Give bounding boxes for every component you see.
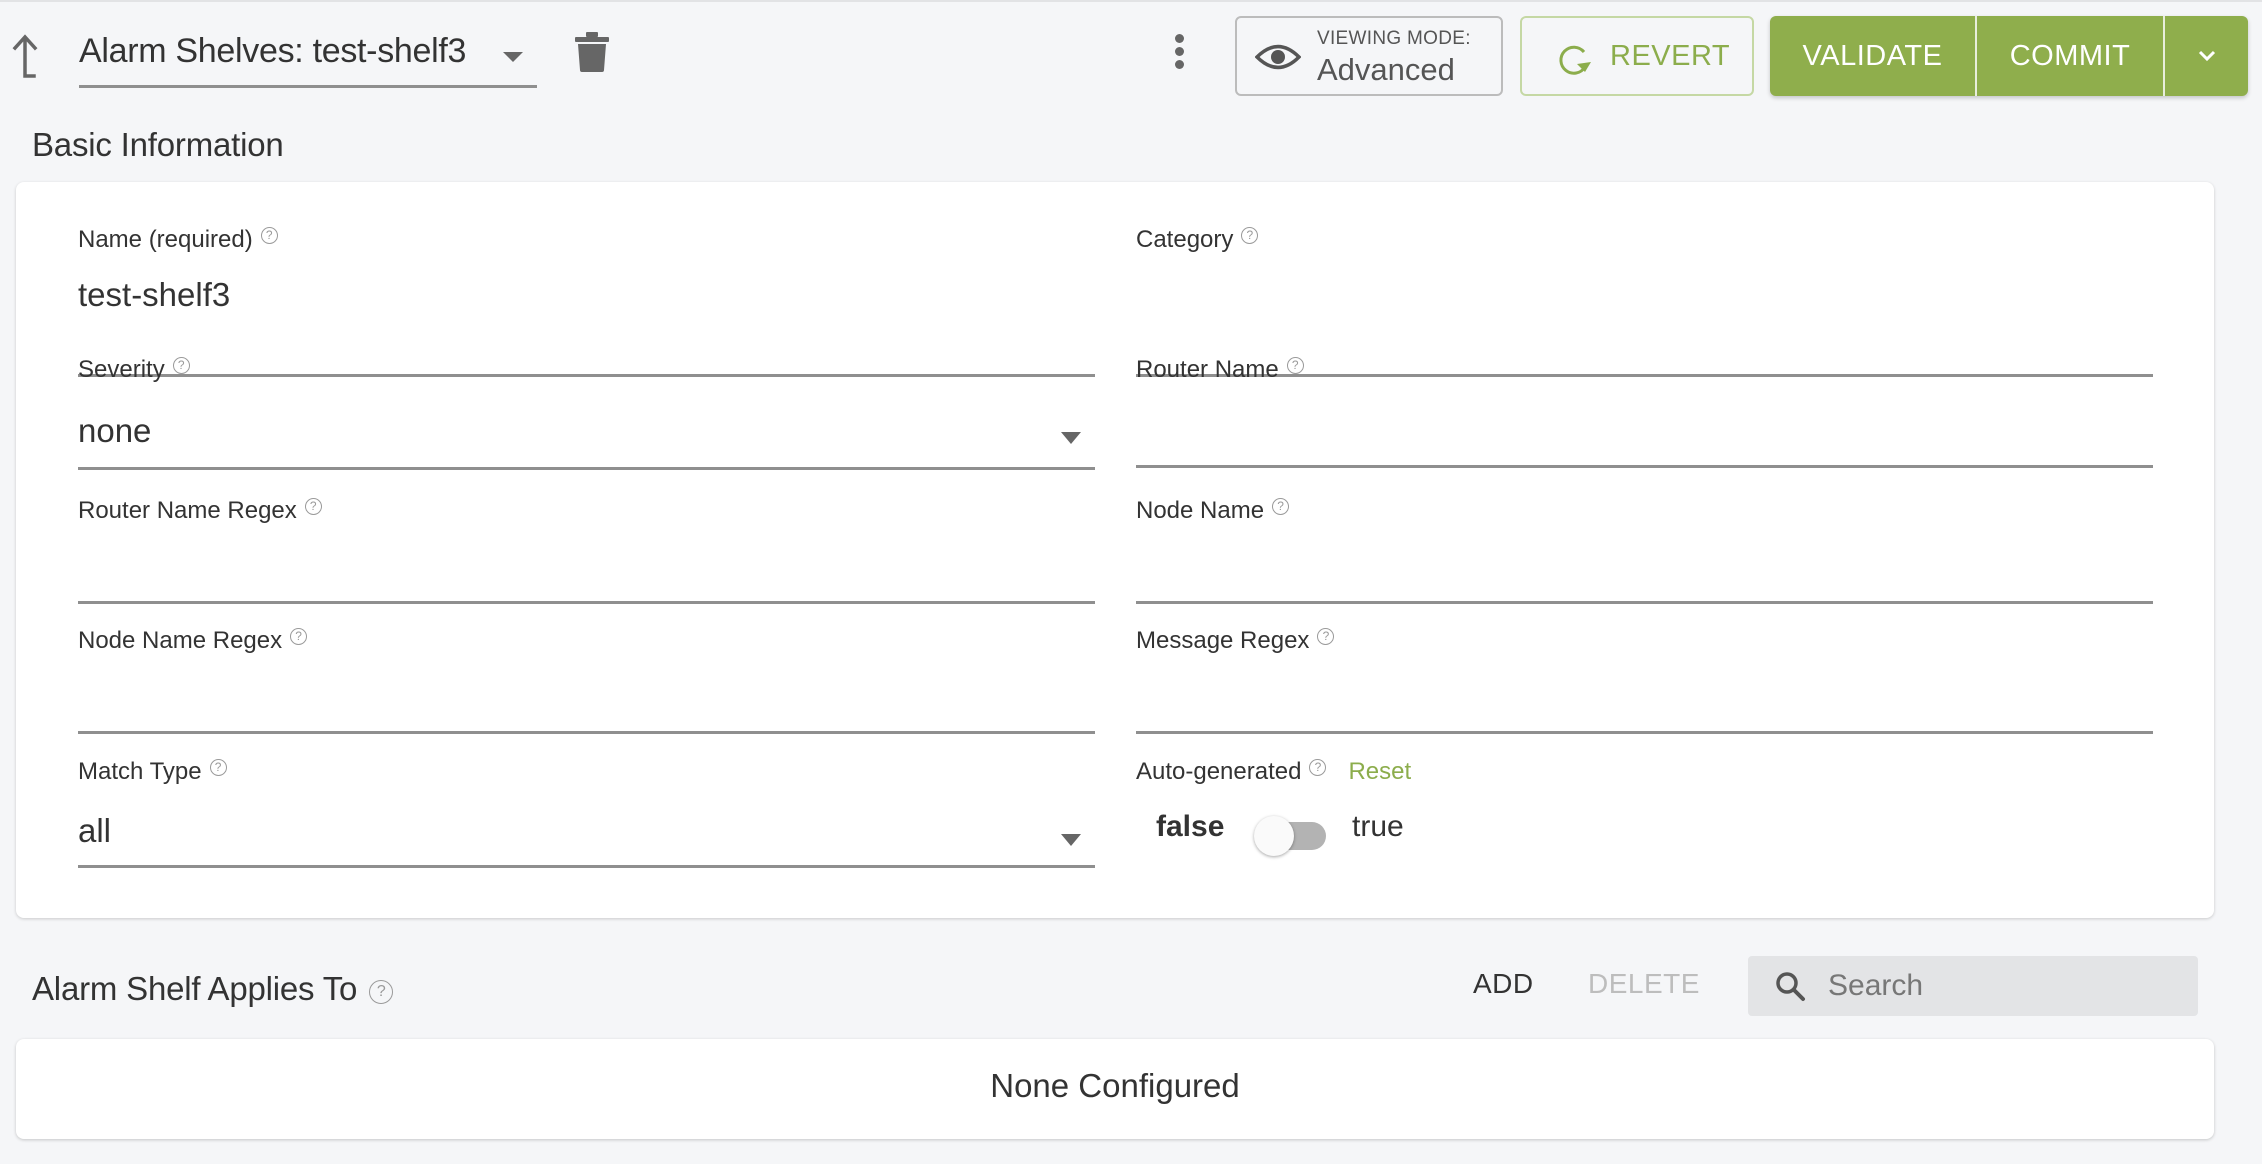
- commit-options-button[interactable]: [2165, 16, 2248, 96]
- breadcrumb-text: Alarm Shelves: test-shelf3: [79, 32, 467, 70]
- help-icon[interactable]: ?: [290, 628, 308, 645]
- basic-information-title: Basic Information: [32, 126, 284, 163]
- refresh-icon: [1559, 45, 1591, 75]
- help-icon[interactable]: ?: [172, 357, 190, 374]
- name-label: Name (required): [78, 226, 253, 253]
- name-value[interactable]: test-shelf3: [78, 276, 230, 314]
- severity-label: Severity: [78, 356, 165, 383]
- help-icon[interactable]: ?: [1286, 357, 1304, 374]
- revert-button[interactable]: REVERT: [1520, 16, 1754, 96]
- match-type-label: Match Type: [78, 758, 202, 785]
- category-label: Category: [1136, 226, 1234, 253]
- match-type-underline: [78, 865, 1095, 868]
- help-icon[interactable]: ?: [1309, 759, 1327, 776]
- name-field[interactable]: Name (required)? test-shelf3: [78, 226, 1095, 377]
- applies-to-list: None Configured: [16, 1039, 2214, 1139]
- router-name-underline: [1136, 465, 2153, 468]
- eye-icon: [1255, 44, 1301, 70]
- action-button-group: VALIDATE COMMIT: [1770, 16, 2248, 96]
- message-regex-label: Message Regex: [1136, 627, 1310, 654]
- node-name-underline: [1136, 601, 2153, 604]
- help-icon[interactable]: ?: [260, 227, 278, 244]
- navigate-up-icon[interactable]: [10, 32, 40, 78]
- router-name-regex-underline: [78, 601, 1095, 604]
- add-button[interactable]: ADD: [1473, 968, 1534, 1000]
- node-name-regex-label: Node Name Regex: [78, 627, 283, 654]
- toggle-false-label: false: [1156, 810, 1225, 843]
- viewing-mode-label: VIEWING MODE:: [1317, 28, 1471, 49]
- search-input[interactable]: [1826, 964, 2176, 1008]
- node-name-field[interactable]: Node Name?: [1136, 497, 2153, 607]
- chevron-down-icon: [503, 52, 523, 62]
- auto-generated-field: Auto-generated? Reset false true: [1136, 758, 2153, 878]
- search-field[interactable]: [1748, 956, 2198, 1016]
- router-name-label: Router Name: [1136, 356, 1279, 383]
- revert-label: REVERT: [1610, 40, 1731, 72]
- help-icon[interactable]: ?: [369, 980, 394, 1004]
- breadcrumb-select[interactable]: Alarm Shelves: test-shelf3: [79, 24, 537, 88]
- node-name-regex-underline: [78, 731, 1095, 734]
- search-icon: [1776, 972, 1805, 1001]
- more-options-icon[interactable]: [1168, 34, 1190, 74]
- auto-generated-toggle[interactable]: false true: [1136, 810, 1436, 860]
- help-icon[interactable]: ?: [304, 498, 322, 515]
- trash-icon[interactable]: [575, 32, 609, 72]
- match-type-select[interactable]: Match Type? all: [78, 758, 1095, 878]
- viewing-mode-value: Advanced: [1317, 52, 1455, 87]
- commit-button[interactable]: COMMIT: [1977, 16, 2163, 96]
- message-regex-underline: [1136, 731, 2153, 734]
- help-icon[interactable]: ?: [1241, 227, 1259, 244]
- top-bar: Alarm Shelves: test-shelf3 VIEWING MODE:…: [0, 2, 2262, 102]
- viewing-mode-button[interactable]: VIEWING MODE: Advanced: [1235, 16, 1503, 96]
- router-name-field[interactable]: Router Name?: [1136, 356, 2153, 506]
- router-name-regex-label: Router Name Regex: [78, 497, 297, 524]
- delete-button: DELETE: [1588, 968, 1700, 999]
- help-icon[interactable]: ?: [209, 759, 227, 776]
- auto-generated-label: Auto-generated: [1136, 758, 1302, 785]
- chevron-down-icon: [1061, 432, 1081, 444]
- applies-to-title: Alarm Shelf Applies To?: [32, 970, 394, 1008]
- empty-state-message: None Configured: [990, 1067, 1240, 1104]
- severity-value: none: [78, 412, 152, 449]
- category-field[interactable]: Category?: [1136, 226, 2153, 377]
- toggle-true-label: true: [1352, 810, 1404, 843]
- chevron-down-icon: [1061, 834, 1081, 846]
- help-icon[interactable]: ?: [1317, 628, 1335, 645]
- severity-select[interactable]: Severity? none: [78, 356, 1095, 506]
- chevron-down-icon: [2198, 50, 2215, 62]
- router-name-regex-field[interactable]: Router Name Regex?: [78, 497, 1095, 607]
- severity-underline: [78, 467, 1095, 470]
- basic-information-card: Name (required)? test-shelf3 Category? S…: [16, 182, 2214, 918]
- toggle-knob[interactable]: [1254, 816, 1294, 856]
- message-regex-field[interactable]: Message Regex?: [1136, 627, 2153, 737]
- node-name-label: Node Name: [1136, 497, 1265, 524]
- applies-to-title-text: Alarm Shelf Applies To: [32, 970, 358, 1007]
- match-type-value: all: [78, 812, 112, 849]
- validate-button[interactable]: VALIDATE: [1770, 16, 1975, 96]
- help-icon[interactable]: ?: [1272, 498, 1290, 515]
- node-name-regex-field[interactable]: Node Name Regex?: [78, 627, 1095, 737]
- reset-link[interactable]: Reset: [1348, 758, 1411, 785]
